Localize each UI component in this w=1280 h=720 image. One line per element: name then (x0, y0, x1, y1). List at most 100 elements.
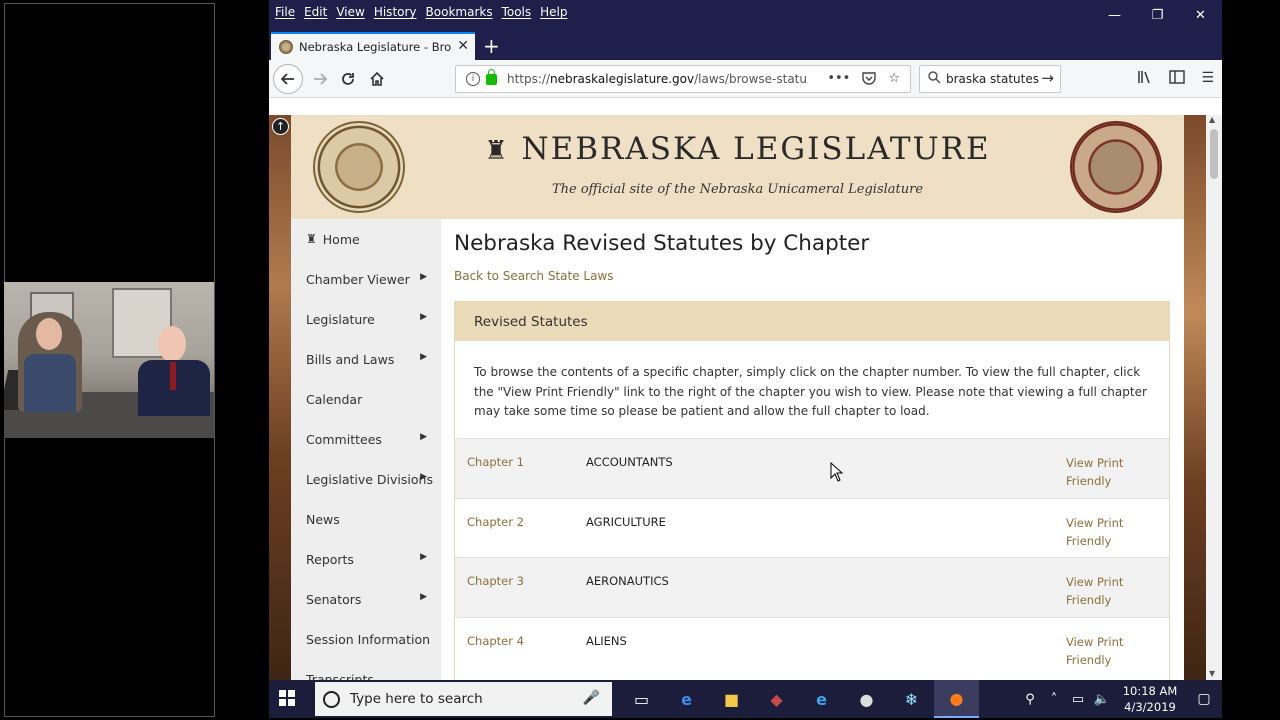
scroll-up-icon[interactable]: ▲ (1209, 115, 1215, 124)
internet-explorer-icon[interactable]: e (799, 680, 844, 718)
chapter-name: ALIENS (586, 633, 627, 648)
sidebar-item-label: Transcripts (306, 671, 374, 681)
back-to-search-link[interactable]: Back to Search State Laws (454, 269, 614, 283)
view-print-friendly-link[interactable]: View Print Friendly (1066, 514, 1136, 550)
main-content: Nebraska Revised Statutes by Chapter Bac… (441, 219, 1184, 680)
menu-view[interactable]: View (336, 5, 364, 19)
sidebar-item-label: Home (322, 231, 360, 247)
search-icon (928, 70, 941, 88)
nav-bar: i https://nebraskalegislature.gov/laws/b… (269, 60, 1222, 98)
view-print-friendly-link[interactable]: View Print Friendly (1066, 633, 1136, 669)
capitol-icon: ♜ (306, 232, 317, 246)
info-icon[interactable]: i (466, 72, 480, 86)
new-tab-button[interactable]: + (483, 34, 500, 58)
scrollbar-thumb[interactable] (1210, 129, 1218, 179)
sidebar-item-label: Committees (306, 431, 382, 447)
cortana-icon (323, 690, 340, 708)
chapter-number-link[interactable]: Chapter 3 (467, 574, 524, 588)
sidebar-item-label: Bills and Laws (306, 351, 395, 367)
tab-close-icon[interactable]: ✕ (457, 38, 469, 54)
site-subtitle: The official site of the Nebraska Unicam… (551, 182, 924, 197)
caret-right-icon: ▶ (420, 272, 427, 282)
pocket-icon[interactable] (862, 71, 877, 89)
sidebar-item-legislature[interactable]: Legislature ▶ (291, 299, 441, 339)
arrow-left-icon (280, 73, 294, 85)
scroll-down-icon[interactable]: ▼ (1209, 669, 1215, 678)
app-icon[interactable]: ◆ (754, 680, 799, 718)
volume-icon[interactable]: 🔈 (1090, 692, 1114, 707)
close-window-button[interactable]: ✕ (1179, 0, 1222, 30)
hamburger-menu-icon[interactable]: ☰ (1201, 70, 1214, 88)
microphone-icon[interactable]: 🎤 (583, 690, 600, 706)
sidebar-item-home[interactable]: ♜ Home (291, 219, 441, 259)
menu-bookmarks[interactable]: Bookmarks (426, 5, 493, 19)
file-explorer-icon[interactable]: ■ (709, 680, 754, 718)
sidebar-item-chamber-viewer[interactable]: Chamber Viewer ▶ (291, 259, 441, 299)
minimize-button[interactable]: — (1093, 0, 1136, 30)
firefox-icon[interactable]: ● (934, 680, 979, 718)
address-bar[interactable]: i https://nebraskalegislature.gov/laws/b… (455, 65, 911, 93)
clock-time: 10:18 AM (1122, 684, 1178, 698)
sidebar-item-senators[interactable]: Senators ▶ (291, 579, 441, 619)
scroll-to-top-icon[interactable]: ↑ (272, 118, 289, 135)
clock-date: 4/3/2019 (1124, 700, 1176, 714)
sidebar-item-session-information[interactable]: Session Information (291, 619, 441, 659)
menu-file[interactable]: File (275, 5, 295, 19)
reload-button[interactable] (333, 64, 363, 94)
home-button[interactable] (362, 64, 392, 94)
system-clock[interactable]: 10:18 AM 4/3/2019 (1120, 683, 1180, 715)
bookmark-star-icon[interactable]: ☆ (888, 71, 900, 89)
restore-button[interactable]: ❐ (1136, 0, 1179, 30)
sidebar-item-label: Senators (306, 591, 362, 607)
people-icon[interactable]: ⚲ (1018, 692, 1042, 707)
reload-icon (342, 73, 354, 85)
search-bar[interactable]: braska statutes → (919, 65, 1061, 93)
snowflake-app-icon[interactable]: ❄ (889, 680, 934, 718)
forward-button[interactable] (305, 64, 335, 94)
sidebar-item-label: Session Information (306, 631, 431, 647)
sidebar-item-committees[interactable]: Committees ▶ (291, 419, 441, 459)
chapter-number-link[interactable]: Chapter 1 (467, 455, 524, 469)
chapter-number-link[interactable]: Chapter 4 (467, 634, 524, 648)
notifications-icon[interactable]: ▢ (1186, 691, 1222, 707)
background-left (269, 115, 291, 680)
edge-browser-icon[interactable]: e (664, 680, 709, 718)
sidebar-item-label: Reports (306, 551, 354, 567)
caret-right-icon: ▶ (420, 312, 427, 322)
sidebar-item-transcripts[interactable]: Transcripts (291, 659, 441, 681)
sidebar-item-legislative-divisions[interactable]: Legislative Divisions ▶ (291, 459, 441, 499)
page-actions-icon[interactable]: ••• (827, 71, 850, 89)
sidebar-item-bills-and-laws[interactable]: Bills and Laws ▶ (291, 339, 441, 379)
taskbar-search-input[interactable]: Type here to search 🎤 (315, 682, 612, 716)
library-icon[interactable] (1137, 70, 1153, 88)
view-print-friendly-link[interactable]: View Print Friendly (1066, 573, 1136, 609)
task-view-icon[interactable]: ▭ (619, 680, 664, 718)
sidebar-item-reports[interactable]: Reports ▶ (291, 539, 441, 579)
sidebar-item-label: Legislature (306, 311, 375, 327)
background-right (1184, 115, 1206, 680)
search-go-icon[interactable]: → (1041, 69, 1054, 87)
menu-tools[interactable]: Tools (502, 5, 532, 19)
chapter-number-link[interactable]: Chapter 2 (467, 515, 524, 529)
view-print-friendly-link[interactable]: View Print Friendly (1066, 454, 1136, 490)
windows-start-icon[interactable] (279, 690, 295, 710)
tab-active[interactable]: Nebraska Legislature - Browse ✕ (271, 32, 475, 60)
media-icon[interactable]: ● (844, 680, 889, 718)
sidebar-item-calendar[interactable]: Calendar (291, 379, 441, 419)
back-button[interactable] (273, 64, 303, 94)
site-header: ♜ NEBRASKA LEGISLATURE The official site… (291, 115, 1184, 219)
legislature-seal-logo (1070, 121, 1162, 213)
sidebar-item-label: News (306, 511, 340, 527)
page-title: Nebraska Revised Statutes by Chapter (454, 231, 870, 256)
sidebar-item-label: Calendar (306, 391, 363, 407)
sidebar-toggle-icon[interactable] (1169, 70, 1186, 88)
menu-edit[interactable]: Edit (304, 5, 327, 19)
vertical-scrollbar[interactable]: ▲ ▼ (1206, 115, 1222, 680)
menu-history[interactable]: History (374, 5, 417, 19)
menu-help[interactable]: Help (540, 5, 567, 19)
tray-expand-icon[interactable]: ˄ (1042, 692, 1066, 707)
sidebar-item-news[interactable]: News (291, 499, 441, 539)
site-title[interactable]: ♜ NEBRASKA LEGISLATURE (291, 131, 1184, 167)
network-icon[interactable]: ▭ (1066, 692, 1090, 707)
capitol-icon: ♜ (484, 136, 510, 166)
